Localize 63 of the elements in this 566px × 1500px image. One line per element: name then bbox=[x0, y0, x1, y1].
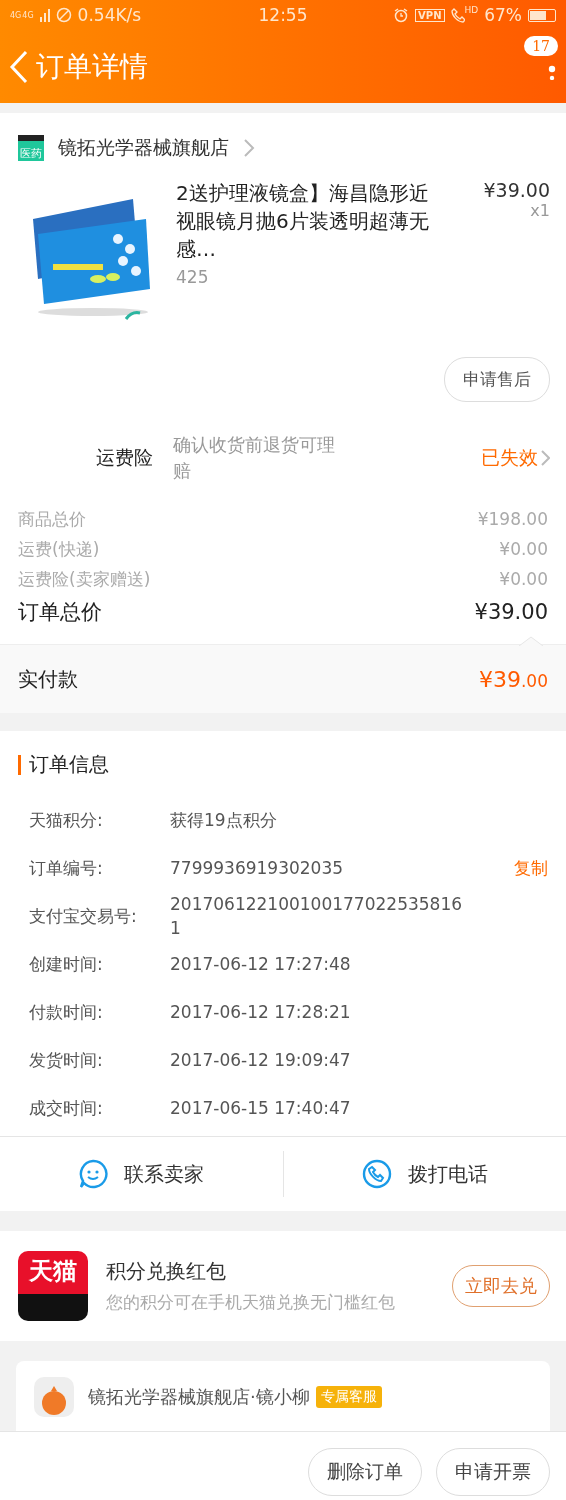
order-action-button[interactable]: 申请开票 bbox=[436, 1448, 550, 1496]
promo-subtitle: 您的积分可在手机天猫兑换无门槛红包 bbox=[106, 1291, 396, 1314]
promo-title: 积分兑换红包 bbox=[106, 1258, 227, 1285]
info-label: 支付宝交易号: bbox=[29, 904, 138, 928]
app-logo: 天猫 bbox=[18, 1251, 88, 1321]
service-name[interactable]: 镜拓光学器械旗舰店·镜小柳 bbox=[88, 1385, 310, 1409]
chevron-right-icon bbox=[540, 449, 550, 467]
price-label: 运费险(卖家赠送) bbox=[18, 568, 151, 591]
info-label: 成交时间: bbox=[29, 1096, 104, 1120]
network-label: 4G bbox=[10, 10, 22, 20]
battery-percent: 67% bbox=[484, 5, 522, 25]
chevron-right-icon bbox=[243, 138, 255, 158]
signal-icon bbox=[39, 8, 50, 22]
price-value: ¥198.00 bbox=[477, 508, 548, 531]
section-title: 订单信息 bbox=[29, 751, 109, 778]
info-label: 创建时间: bbox=[29, 952, 104, 976]
product-price: ¥39.00 bbox=[483, 179, 550, 201]
vpn-indicator: VPN bbox=[415, 8, 445, 22]
call-label: HD bbox=[464, 5, 479, 15]
after-sale-button[interactable]: 申请售后 bbox=[444, 357, 550, 402]
insurance-label: 运费险 bbox=[96, 445, 153, 470]
clock: 12:55 bbox=[258, 5, 308, 25]
page-title: 订单详情 bbox=[36, 48, 149, 85]
info-value: 2017-06-15 17:40:47 bbox=[170, 1097, 352, 1120]
product-quantity: x1 bbox=[529, 201, 550, 220]
phone-icon bbox=[361, 1159, 392, 1189]
info-label: 付款时间: bbox=[29, 1000, 104, 1024]
info-value: 2017-06-12 17:28:21 bbox=[170, 1001, 352, 1024]
info-value: 7799936919302035 bbox=[170, 857, 345, 880]
product-sku: 425 bbox=[176, 266, 210, 289]
paid-amount: ¥39.00 bbox=[478, 666, 548, 692]
battery-icon bbox=[528, 8, 556, 22]
price-label: 订单总价 bbox=[18, 599, 102, 626]
contact-button[interactable]: 拨打电话 bbox=[283, 1137, 566, 1211]
info-label: 订单编号: bbox=[29, 856, 104, 880]
shop-name[interactable]: 镜拓光学器械旗舰店 bbox=[58, 135, 229, 161]
product-title[interactable]: 2送护理液镜盒】海昌隐形近视眼镜月抛6片装透明超薄无感… bbox=[176, 179, 438, 263]
price-value: ¥0.00 bbox=[499, 538, 548, 561]
price-label: 运费(快递) bbox=[18, 538, 100, 561]
message-badge: 17 bbox=[524, 36, 558, 56]
paid-label: 实付款 bbox=[18, 665, 78, 693]
price-label: 商品总价 bbox=[18, 508, 86, 531]
blocked-icon bbox=[55, 7, 72, 23]
price-value: ¥0.00 bbox=[499, 568, 548, 591]
back-icon[interactable] bbox=[8, 48, 30, 85]
service-tag: 专属客服 bbox=[315, 1386, 382, 1408]
info-value: 获得19点积分 bbox=[170, 809, 278, 832]
phone-icon bbox=[450, 7, 465, 23]
insurance-note: 确认收货前退货可理赔 bbox=[173, 433, 336, 483]
network-speed: 0.54K/s bbox=[77, 5, 142, 25]
price-value: ¥39.00 bbox=[474, 599, 548, 626]
alarm-icon bbox=[393, 7, 410, 23]
avatar-icon bbox=[34, 1377, 74, 1417]
network-label: 4G bbox=[22, 10, 34, 20]
smiley-icon bbox=[78, 1159, 109, 1189]
info-value: 2017-06-12 17:27:48 bbox=[170, 953, 352, 976]
info-label: 发货时间: bbox=[29, 1048, 104, 1072]
store-badge: 医药 bbox=[18, 135, 44, 161]
info-value: 2017-06-12 19:09:47 bbox=[170, 1049, 352, 1072]
info-label: 天猫积分: bbox=[29, 808, 104, 832]
order-action-button[interactable]: 删除订单 bbox=[308, 1448, 422, 1496]
contact-button[interactable]: 联系卖家 bbox=[0, 1137, 283, 1211]
info-value: 2017061221001001770225358161 bbox=[170, 893, 464, 940]
